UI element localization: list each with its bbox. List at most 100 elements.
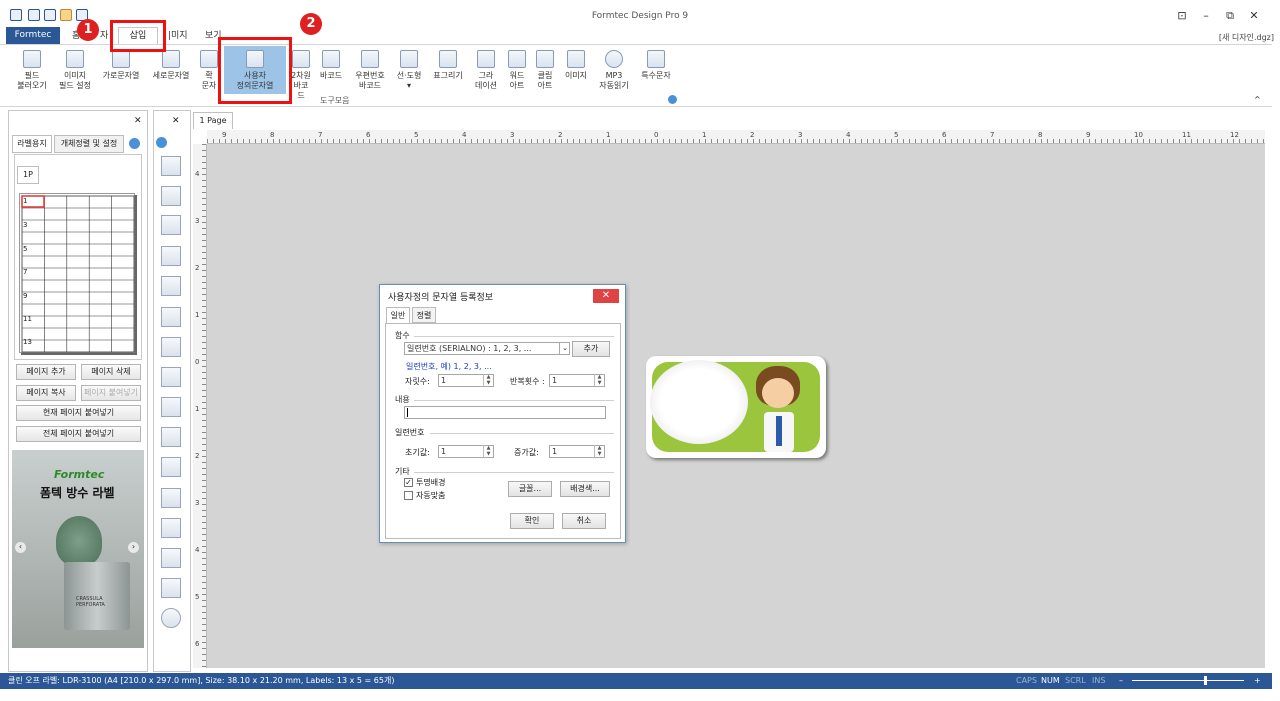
zoom-slider-track[interactable]: [1132, 680, 1244, 681]
tool-postal-barcode-icon[interactable]: [161, 397, 181, 417]
chevron-down-icon[interactable]: ⌄: [559, 342, 570, 355]
tab-image[interactable]: |미지: [168, 28, 188, 44]
ribbon-postal-barcode-button[interactable]: 우편번호 바코드: [352, 50, 388, 91]
add-page-button[interactable]: 페이지 추가: [16, 364, 76, 380]
ribbon-table-button[interactable]: 표그리기: [430, 50, 466, 81]
ribbon-field-load-button[interactable]: 필드 불러오기: [12, 50, 52, 91]
ribbon-image-button[interactable]: 이미지: [562, 50, 590, 81]
app-window: Formtec Design Pro 9 ⊡ – ⧉ ✕ Formtec 홈 자…: [0, 0, 1280, 701]
ribbon-clipart-button[interactable]: 클립 아트: [532, 50, 558, 91]
tab-label-paper[interactable]: 라벨용지: [12, 135, 52, 153]
ok-button[interactable]: 확인: [510, 513, 554, 529]
tab-hidden-partial[interactable]: 자: [100, 28, 108, 44]
digits-spinner[interactable]: ▲ ▼: [483, 374, 493, 387]
app-logo-icon: [10, 9, 22, 21]
save-icon[interactable]: [28, 9, 40, 21]
bg-color-button[interactable]: 배경색...: [560, 481, 610, 497]
auto-fit-label: 자동맞춤: [416, 491, 446, 500]
initial-value-label: 초기값:: [405, 448, 430, 457]
ribbon-gradation-button[interactable]: 그라 데이션: [472, 50, 500, 91]
transparent-bg-checkbox[interactable]: ✓: [404, 478, 413, 487]
initial-value-spinner[interactable]: ▲ ▼: [483, 445, 493, 458]
tool-clipart-icon[interactable]: [161, 548, 181, 568]
row-number-11: 11: [23, 315, 32, 323]
text-cursor: [407, 408, 408, 417]
tool-extended-text-icon[interactable]: [161, 276, 181, 296]
repeat-spinner[interactable]: ▲ ▼: [594, 374, 604, 387]
restore-icon[interactable]: ⧉: [1219, 8, 1241, 24]
ribbon-extended-text-button[interactable]: 확 문자: [198, 50, 220, 91]
cancel-button[interactable]: 취소: [562, 513, 606, 529]
tool-horizontal-text-icon[interactable]: [161, 215, 181, 235]
copy-page-button[interactable]: 페이지 복사: [16, 385, 76, 401]
label-clipart-image[interactable]: [646, 356, 826, 458]
toolbox-nav-icon[interactable]: [156, 137, 167, 148]
paste-all-pages-button[interactable]: 전체 페이지 붙여넣기: [16, 426, 141, 442]
custom-string-properties-dialog: 사용자정의 문자열 등록정보 ✕ 일반 정렬 함수 일련번호 (SERIALNO…: [379, 284, 626, 543]
ad-next-icon[interactable]: ›: [128, 542, 139, 553]
tab-page-1p[interactable]: 1P: [17, 166, 39, 184]
row-number-13: 13: [23, 338, 32, 346]
tab-align[interactable]: 정렬: [412, 307, 436, 323]
tab-general[interactable]: 일반: [386, 307, 410, 323]
increment-spinner[interactable]: ▲ ▼: [594, 445, 604, 458]
ribbon-image-field-button[interactable]: 이미지 필드 설정: [54, 50, 96, 91]
tab-page-1[interactable]: 1 Page: [193, 112, 233, 129]
clipart-icon: [536, 50, 554, 68]
tool-cd-icon[interactable]: [161, 608, 181, 628]
paste-page-button[interactable]: 페이지 붙여넣기: [81, 385, 141, 401]
ruler-horizontal-tick-label: 4: [846, 131, 851, 139]
tool-image-icon[interactable]: [161, 578, 181, 598]
tool-shape-icon[interactable]: [161, 427, 181, 447]
ribbon-wordart-button[interactable]: 워드 아트: [504, 50, 530, 91]
ribbon-horizontal-text-button[interactable]: 가로문자열: [98, 50, 144, 81]
ribbon-vertical-text-button[interactable]: 세로문자열: [148, 50, 194, 81]
minimize-icon[interactable]: –: [1195, 8, 1217, 24]
tool-qr-code-icon[interactable]: [161, 337, 181, 357]
ribbon-mp3-button[interactable]: MP3 자동읽기: [596, 50, 632, 91]
ribbon-shape-button[interactable]: 선·도형 ▾: [394, 50, 424, 91]
ad-prev-icon[interactable]: ‹: [15, 542, 26, 553]
function-select[interactable]: 일련번호 (SERIALNO) : 1, 2, 3, ...: [404, 342, 570, 355]
tool-image-field-icon[interactable]: [161, 186, 181, 206]
panel-nav-icon[interactable]: [129, 138, 140, 149]
tool-table-icon[interactable]: [161, 457, 181, 477]
toolbox-close-icon[interactable]: ✕: [172, 116, 180, 126]
tool-field-load-icon[interactable]: [161, 156, 181, 176]
ad-pot-text-2: PERFORATA: [76, 602, 105, 608]
paste-current-page-button[interactable]: 현재 페이지 붙여넣기: [16, 405, 141, 421]
tab-formtec[interactable]: Formtec: [6, 27, 60, 44]
add-function-button[interactable]: 추가: [572, 341, 610, 357]
group-options-icon[interactable]: [668, 95, 677, 104]
ribbon-2d-barcode-button[interactable]: 2차원 바코드: [290, 50, 312, 101]
collapse-ribbon-icon[interactable]: ^: [1254, 95, 1261, 104]
zoom-in-button[interactable]: +: [1254, 673, 1261, 689]
barcode-icon: [322, 50, 340, 68]
tool-wordart-icon[interactable]: [161, 518, 181, 538]
save-as-icon[interactable]: [44, 9, 56, 21]
tool-barcode-icon[interactable]: [161, 367, 181, 387]
zoom-slider-thumb[interactable]: [1204, 676, 1207, 685]
tool-custom-string-icon[interactable]: [161, 307, 181, 327]
advertisement-banner[interactable]: Formtec 폼텍 방수 라벨 CRASSULA PERFORATA ‹ ›: [12, 450, 144, 648]
delete-page-button[interactable]: 페이지 삭제: [81, 364, 141, 380]
ribbon-special-char-button[interactable]: 특수문자: [638, 50, 674, 81]
close-icon[interactable]: ✕: [1243, 8, 1265, 24]
ribbon-barcode-button[interactable]: 바코드: [316, 50, 346, 81]
dialog-close-button[interactable]: ✕: [593, 289, 619, 303]
auto-fit-checkbox[interactable]: [404, 491, 413, 500]
tool-vertical-text-icon[interactable]: [161, 246, 181, 266]
open-folder-icon[interactable]: [60, 9, 72, 21]
font-button[interactable]: 글꼴...: [508, 481, 552, 497]
zoom-out-button[interactable]: –: [1119, 673, 1123, 689]
section-divider: [414, 472, 614, 473]
status-label-info: 클린 오프 라벨: LDR-3100 (A4 [210.0 x 297.0 mm…: [8, 676, 395, 685]
left-panel-close-icon[interactable]: ✕: [134, 116, 142, 126]
content-input[interactable]: [404, 406, 606, 419]
table-icon: [439, 50, 457, 68]
tool-gradation-icon[interactable]: [161, 488, 181, 508]
label-grid-preview[interactable]: [19, 193, 135, 353]
tab-object-align[interactable]: 개체정렬 및 설정: [54, 135, 124, 153]
ribbon-display-icon[interactable]: ⊡: [1171, 8, 1193, 24]
ruler-vertical-tick-label: 1: [195, 405, 200, 413]
